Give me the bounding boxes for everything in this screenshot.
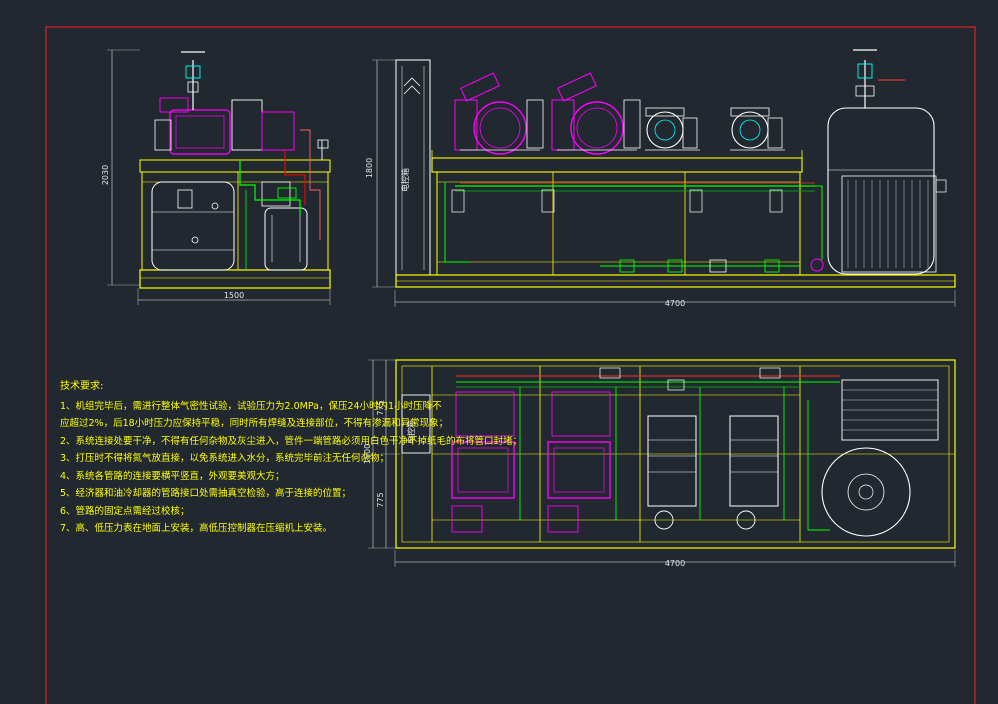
front-height-dim: 1800 <box>365 158 374 178</box>
note-item: 应超过2%，后18小时压力应保持平稳，同时所有焊缝及连接部位，不得有渗漏和异常现… <box>60 418 449 429</box>
compressor-1 <box>454 72 544 155</box>
cad-drawing: 2030 1500 1800 4700 电控箱 775 775 1600 470… <box>45 26 976 704</box>
note-item: 1、机组完毕后，需进行整体气密性试验，试验压力为2.0MPa，保压24小时内1小… <box>60 400 442 412</box>
control-box-front <box>395 59 431 276</box>
note-item: 7、高、低压力表在地面上安装，高低压控制器在压缩机上安装。 <box>60 523 333 534</box>
drawing-border <box>45 26 976 704</box>
front-view: 1800 4700 电控箱 <box>365 49 956 308</box>
compressor-4 <box>730 107 785 151</box>
side-height-dim: 2030 <box>101 165 110 185</box>
note-item: 2、系统连接处要干净，不得有任何杂物及灰尘进入，管件一端管路必须用白色干净不掉纸… <box>60 435 523 447</box>
side-view: 2030 1500 <box>101 49 331 305</box>
control-box-front-label: 电控箱 <box>400 168 410 192</box>
technical-notes: 技术要求: 1、机组完毕后，需进行整体气密性试验，试验压力为2.0MPa，保压2… <box>60 378 523 538</box>
plan-width-dim: 4700 <box>665 559 685 568</box>
vessel-front <box>810 49 947 275</box>
note-item: 5、经济器和油冷却器的管路接口处需抽真空检验，高于连接的位置； <box>60 488 352 499</box>
front-width-dim: 4700 <box>665 299 685 308</box>
note-item: 6、管路的固定点需经过校核； <box>60 505 190 517</box>
note-item: 4、系统各管路的连接要横平竖直，外观要美观大方； <box>60 470 285 482</box>
notes-title: 技术要求: <box>60 381 104 392</box>
compressor-2 <box>551 72 641 155</box>
note-item: 3、打压时不得将氮气放直接，以免系统进入水分，系统完毕前注无任何杂物； <box>60 453 390 464</box>
plan-view: 775 775 1600 4700 电控箱 <box>363 359 956 568</box>
side-width-dim: 1500 <box>224 291 244 300</box>
compressor-3 <box>645 107 700 151</box>
